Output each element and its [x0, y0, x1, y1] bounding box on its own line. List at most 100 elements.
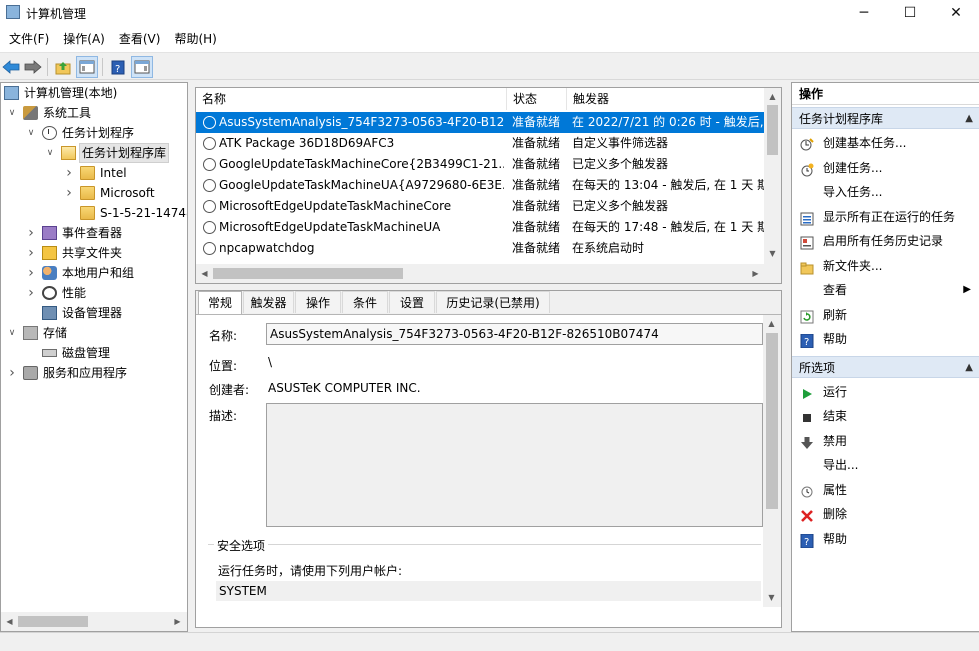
- menu-file[interactable]: 文件(F): [2, 26, 56, 52]
- toolbar: ?: [0, 52, 979, 80]
- tab-actions[interactable]: 操作: [295, 291, 341, 313]
- help-book-icon: ?: [111, 60, 125, 75]
- table-row[interactable]: GoogleUpdateTaskMachineCore{2B3499C1-21.…: [196, 154, 764, 175]
- tree-item[interactable]: › Intel: [1, 163, 187, 183]
- table-row[interactable]: ATK Package 36D18D69AFC3 准备就绪 自定义事件筛选器: [196, 133, 764, 154]
- tree-item[interactable]: ∨ 任务计划程序库: [1, 143, 187, 163]
- table-row[interactable]: AsusSystemAnalysis_754F3273-0563-4F20-B1…: [196, 112, 764, 133]
- expanded-chevron-icon[interactable]: ∨: [26, 123, 36, 143]
- forward-button[interactable]: [22, 56, 44, 78]
- expanded-chevron-icon[interactable]: ∨: [7, 323, 17, 343]
- tab-triggers[interactable]: 触发器: [243, 291, 294, 313]
- scroll-right-arrow-icon[interactable]: ▶: [169, 613, 186, 630]
- collapsed-chevron-icon[interactable]: ›: [26, 223, 36, 243]
- tree-item[interactable]: › 性能: [1, 283, 187, 303]
- minimize-button[interactable]: ─: [841, 0, 887, 26]
- menu-view[interactable]: 查看(V): [112, 26, 168, 52]
- action-item[interactable]: 查看 ▶: [792, 278, 979, 302]
- tree-item[interactable]: › 事件查看器: [1, 223, 187, 243]
- actions-section-header[interactable]: 任务计划程序库 ▲: [792, 107, 979, 129]
- action-item[interactable]: ? 帮助: [792, 527, 979, 551]
- tab-settings[interactable]: 设置: [389, 291, 435, 313]
- action-item[interactable]: 新文件夹...: [792, 254, 979, 278]
- expanded-chevron-icon[interactable]: ∨: [7, 103, 17, 123]
- name-field[interactable]: AsusSystemAnalysis_754F3273-0563-4F20-B1…: [266, 323, 763, 345]
- up-level-button[interactable]: [52, 56, 74, 78]
- tab-general[interactable]: 常规: [198, 291, 242, 314]
- help-icon: ?: [800, 332, 814, 349]
- title-bar: 计算机管理 ─ ☐ ✕: [0, 0, 979, 26]
- show-hide-tree-button[interactable]: [76, 56, 98, 78]
- action-item[interactable]: 创建任务...: [792, 156, 979, 180]
- expanded-chevron-icon[interactable]: ∨: [45, 143, 55, 163]
- tree-item[interactable]: ∨ 系统工具: [1, 103, 187, 123]
- task-list-vertical-scrollbar[interactable]: ▲ ▼: [764, 88, 781, 264]
- tree-item[interactable]: ∨ 存储: [1, 323, 187, 343]
- collapsed-chevron-icon[interactable]: ›: [26, 283, 36, 303]
- collapsed-chevron-icon[interactable]: ›: [64, 163, 74, 183]
- action-item[interactable]: 结束: [792, 404, 979, 428]
- tree-item[interactable]: ∨ 任务计划程序: [1, 123, 187, 143]
- action-item[interactable]: 创建基本任务...: [792, 131, 979, 155]
- scroll-down-arrow-icon[interactable]: ▼: [763, 589, 780, 606]
- actions-section-header[interactable]: 所选项 ▲: [792, 355, 979, 379]
- tree-item[interactable]: 磁盘管理: [1, 343, 187, 363]
- column-header-trigger[interactable]: 触发器: [567, 88, 764, 110]
- column-header-status[interactable]: 状态: [507, 88, 567, 110]
- tree-item[interactable]: › 本地用户和组: [1, 263, 187, 283]
- tree-item[interactable]: 计算机管理(本地): [1, 83, 187, 103]
- tree-item[interactable]: › 服务和应用程序: [1, 363, 187, 383]
- task-trigger: 在每天的 17:48 - 触发后, 在 1 天 期: [572, 220, 764, 234]
- scroll-thumb[interactable]: [213, 268, 403, 279]
- tree-horizontal-scrollbar[interactable]: ◀ ▶: [1, 612, 187, 631]
- tree-item[interactable]: S-1-5-21-14748: [1, 203, 187, 223]
- collapsed-chevron-icon[interactable]: ›: [64, 183, 74, 203]
- collapse-caret-icon[interactable]: ▲: [965, 357, 973, 379]
- action-item[interactable]: 属性: [792, 478, 979, 502]
- description-field[interactable]: [266, 403, 763, 527]
- collapsed-chevron-icon[interactable]: ›: [7, 363, 17, 383]
- show-hide-action-pane-button[interactable]: [131, 56, 153, 78]
- action-item[interactable]: 禁用: [792, 429, 979, 453]
- help-button[interactable]: ?: [107, 56, 129, 78]
- back-button[interactable]: [0, 56, 22, 78]
- table-row[interactable]: MicrosoftEdgeUpdateTaskMachineCore 准备就绪 已定…: [196, 196, 764, 217]
- menu-help[interactable]: 帮助(H): [167, 26, 223, 52]
- collapse-caret-icon[interactable]: ▲: [965, 108, 973, 130]
- scroll-left-arrow-icon[interactable]: ◀: [196, 265, 213, 282]
- tree-item[interactable]: › 共享文件夹: [1, 243, 187, 263]
- action-item[interactable]: 运行: [792, 380, 979, 404]
- scroll-up-arrow-icon[interactable]: ▲: [764, 88, 781, 105]
- scroll-up-arrow-icon[interactable]: ▲: [763, 315, 780, 332]
- run-as-account-field[interactable]: SYSTEM: [216, 581, 761, 601]
- scroll-thumb[interactable]: [18, 616, 88, 627]
- details-vertical-scrollbar[interactable]: ▲ ▼: [763, 315, 781, 607]
- table-row[interactable]: MicrosoftEdgeUpdateTaskMachineUA 准备就绪 在每天的…: [196, 217, 764, 238]
- action-item[interactable]: 导出...: [792, 453, 979, 477]
- action-item[interactable]: 刷新: [792, 303, 979, 327]
- action-item[interactable]: 删除: [792, 502, 979, 526]
- scroll-left-arrow-icon[interactable]: ◀: [1, 613, 18, 630]
- scroll-down-arrow-icon[interactable]: ▼: [764, 245, 781, 262]
- table-row[interactable]: GoogleUpdateTaskMachineUA{A9729680-6E3E.…: [196, 175, 764, 196]
- task-list-horizontal-scrollbar[interactable]: ◀ ▶: [196, 264, 781, 283]
- tree-item[interactable]: › Microsoft: [1, 183, 187, 203]
- action-item[interactable]: 显示所有正在运行的任务: [792, 205, 979, 229]
- table-row[interactable]: npcapwatchdog 准备就绪 在系统启动时: [196, 238, 764, 259]
- scroll-right-arrow-icon[interactable]: ▶: [747, 265, 764, 282]
- menu-action[interactable]: 操作(A): [56, 26, 112, 52]
- action-item[interactable]: 启用所有任务历史记录: [792, 229, 979, 253]
- tree-item-label: Intel: [100, 166, 127, 180]
- scroll-thumb[interactable]: [766, 333, 778, 509]
- tree-item[interactable]: 设备管理器: [1, 303, 187, 323]
- maximize-button[interactable]: ☐: [887, 0, 933, 26]
- column-header-name[interactable]: 名称: [196, 88, 507, 110]
- action-item[interactable]: 导入任务...: [792, 180, 979, 204]
- tab-conditions[interactable]: 条件: [342, 291, 388, 313]
- collapsed-chevron-icon[interactable]: ›: [26, 243, 36, 263]
- scroll-thumb[interactable]: [767, 105, 778, 155]
- close-button[interactable]: ✕: [933, 0, 979, 26]
- collapsed-chevron-icon[interactable]: ›: [26, 263, 36, 283]
- tab-history[interactable]: 历史记录(已禁用): [436, 291, 550, 313]
- action-item[interactable]: ? 帮助: [792, 327, 979, 351]
